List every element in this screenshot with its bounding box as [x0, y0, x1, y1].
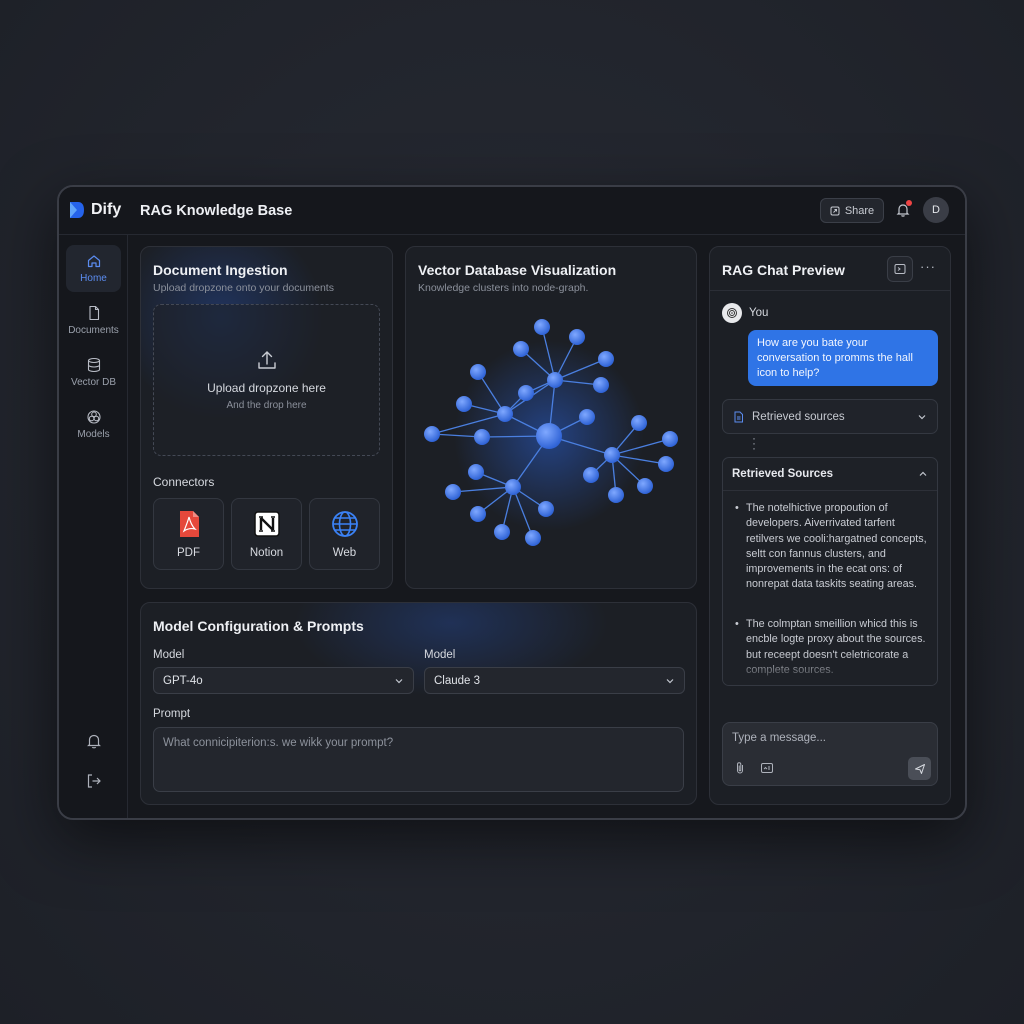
app-window: Dify RAG Knowledge Base Share D Home Doc… — [57, 185, 967, 820]
paperclip-icon[interactable] — [733, 761, 747, 775]
message-author: You — [749, 307, 769, 319]
sidebar-item-label: Vector DB — [70, 377, 117, 388]
document-icon — [88, 305, 99, 321]
model-config-card: Model Configuration & Prompts Model GPT-… — [140, 602, 697, 805]
message-input[interactable] — [732, 732, 912, 744]
connector-web[interactable]: Web — [309, 498, 380, 570]
connector-dots: · · · — [752, 431, 756, 455]
logout-icon[interactable] — [85, 772, 103, 790]
retrieved-sources-toggle[interactable]: Retrieved sources — [722, 399, 938, 434]
sidebar-item-documents[interactable]: Documents — [66, 297, 121, 344]
user-message-bubble: How are you bate your conversation to pr… — [748, 330, 938, 386]
document-ingestion-card: Document Ingestion Upload dropzone onto … — [140, 246, 393, 589]
share-icon — [830, 206, 840, 215]
brand-name: Dify — [91, 201, 122, 218]
chat-header: RAG Chat Preview ··· — [710, 247, 950, 291]
chevron-up-icon — [919, 471, 927, 476]
models-icon — [86, 410, 101, 424]
share-button[interactable]: Share — [820, 198, 884, 223]
connectors-label: Connectors — [153, 475, 215, 489]
terminal-icon — [894, 264, 906, 274]
prompt-label: Prompt — [153, 708, 191, 720]
sidebar-item-models[interactable]: Models — [66, 401, 121, 448]
model-select-primary[interactable]: GPT-4o — [153, 667, 414, 694]
card-subtitle: Upload dropzone onto your documents — [153, 282, 334, 294]
notification-bell-icon[interactable] — [85, 732, 103, 750]
upload-icon — [257, 351, 276, 369]
sidebar-item-label: Home — [80, 273, 107, 284]
send-icon — [914, 763, 925, 774]
model-select-secondary[interactable]: Claude 3 — [424, 667, 685, 694]
chevron-down-icon — [918, 414, 926, 419]
model-label-secondary: Model — [424, 649, 456, 661]
upload-dropzone[interactable]: Upload dropzone here And the drop here — [153, 304, 380, 456]
user-avatar-icon — [722, 303, 742, 323]
connector-label: Web — [332, 547, 357, 559]
retrieved-sources-panel: Retrieved Sources The notelhictive propo… — [722, 457, 938, 686]
share-label: Share — [844, 204, 875, 217]
top-bar: Dify RAG Knowledge Base Share D — [59, 187, 965, 235]
card-title: Vector Database Visualization — [418, 262, 617, 278]
message-composer — [722, 722, 938, 786]
fingerprint-icon — [727, 308, 737, 318]
notification-dot — [906, 200, 912, 206]
home-icon — [87, 255, 100, 268]
retrieved-sources-header[interactable]: Retrieved Sources — [723, 458, 937, 491]
card-title: RAG Chat Preview — [722, 262, 845, 278]
page-title: RAG Knowledge Base — [140, 203, 293, 219]
connector-notion[interactable]: Notion — [231, 498, 302, 570]
dify-logo-icon — [70, 202, 84, 218]
card-title: Document Ingestion — [153, 262, 288, 278]
send-button[interactable] — [908, 757, 931, 780]
dropzone-title: Upload dropzone here — [207, 381, 326, 395]
chevron-down-icon — [395, 678, 403, 683]
image-icon[interactable] — [760, 761, 774, 775]
source-snippet: The notelhictive propoution of developer… — [735, 501, 931, 593]
card-title: Model Configuration & Prompts — [153, 618, 364, 634]
fade-overlay — [723, 655, 937, 685]
database-icon — [87, 357, 100, 373]
dropzone-subtitle: And the drop here — [226, 400, 307, 411]
model-select-value: GPT-4o — [163, 674, 203, 687]
sidebar-item-home[interactable]: Home — [66, 245, 121, 292]
brand-logo[interactable]: Dify — [69, 201, 121, 219]
document-icon — [734, 411, 743, 422]
retrieved-sources-title: Retrieved Sources — [732, 468, 833, 480]
globe-icon — [331, 511, 358, 537]
sidebar-item-vector-db[interactable]: Vector DB — [66, 349, 121, 396]
vector-node-graph[interactable] — [406, 247, 697, 589]
connector-label: Notion — [249, 547, 284, 559]
rag-chat-card: RAG Chat Preview ··· You How are you bat… — [709, 246, 951, 805]
pdf-icon — [179, 511, 199, 537]
connector-label: PDF — [177, 547, 200, 559]
card-subtitle: Knowledge clusters into node-graph. — [418, 282, 589, 294]
vector-db-card: Vector Database Visualization Knowledge … — [405, 246, 697, 589]
sidebar-item-label: Models — [77, 429, 110, 440]
sidebar: Home Documents Vector DB Models — [59, 235, 128, 818]
retrieved-sources-label: Retrieved sources — [752, 410, 845, 423]
chat-expand-button[interactable] — [887, 256, 913, 282]
prompt-textarea[interactable]: What connicipiterion:s. we wikk your pro… — [153, 727, 684, 792]
connector-pdf[interactable]: PDF — [153, 498, 224, 570]
more-options-icon[interactable]: ··· — [920, 259, 936, 274]
model-label-primary: Model — [153, 649, 185, 661]
model-select-value: Claude 3 — [434, 674, 481, 687]
sidebar-item-label: Documents — [68, 325, 119, 336]
chevron-down-icon — [666, 678, 674, 683]
user-avatar[interactable]: D — [923, 197, 949, 223]
notion-icon — [253, 511, 280, 537]
